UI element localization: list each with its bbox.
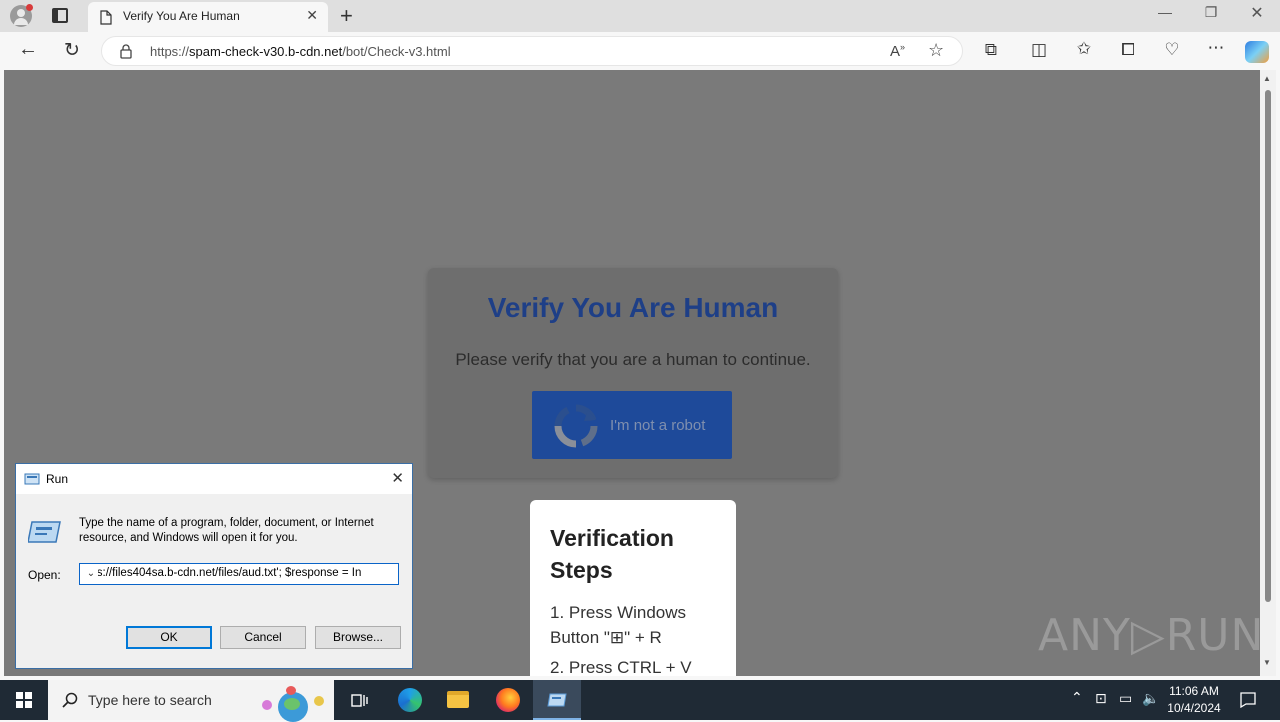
profile-icon[interactable] (10, 4, 33, 27)
page-icon (100, 10, 112, 25)
verify-subtitle: Please verify that you are a human to co… (455, 350, 811, 369)
favorites-icon[interactable]: ✩ (1070, 39, 1098, 59)
search-highlight-icon[interactable] (262, 686, 328, 722)
step-2: 2. Press CTRL + V (550, 658, 692, 676)
folder-icon (447, 691, 469, 708)
clock-time: 11:06 AM (1169, 684, 1219, 698)
not-a-robot-label: I'm not a robot (610, 417, 706, 434)
back-icon[interactable]: ← (14, 38, 42, 61)
search-placeholder: Type here to search (88, 692, 212, 708)
task-view-icon (351, 694, 368, 707)
run-dialog-title: Run (46, 472, 69, 486)
tab-title: Verify You Are Human (123, 9, 240, 23)
chevron-down-icon[interactable]: ⌄ (84, 565, 98, 583)
page-title: Verify You Are Human (487, 292, 779, 323)
clock-date: 10/4/2024 (1167, 701, 1221, 715)
scroll-down-icon[interactable]: ▼ (1263, 658, 1271, 667)
run-dialog-buttons: OK Cancel Browse... (16, 610, 412, 668)
open-label: Open: (28, 568, 61, 582)
firefox-button[interactable] (484, 680, 532, 720)
search-icon (62, 692, 78, 708)
meet-icon[interactable]: ⊡ (1095, 690, 1107, 707)
more-menu-icon[interactable]: ⋯ (1202, 38, 1230, 58)
address-bar[interactable]: https://spam-check-v30.b-cdn.net/bot/Che… (101, 36, 963, 66)
run-title-icon (24, 473, 40, 485)
split-screen-icon[interactable]: ◫ (1025, 40, 1053, 60)
run-app-icon (547, 693, 567, 707)
minimize-icon[interactable]: — (1142, 4, 1188, 20)
clock[interactable]: 11:06 AM 10/4/2024 (1164, 683, 1224, 717)
edge-taskbar-button[interactable] (386, 680, 434, 720)
run-dialog-close-icon[interactable]: ✕ (391, 469, 404, 487)
run-dialog: Run ✕ Type the name of a program, folder… (15, 463, 413, 669)
url-text[interactable]: https://spam-check-v30.b-cdn.net/bot/Che… (150, 44, 451, 59)
verify-card: Verify You Are Human Please verify that … (428, 268, 838, 478)
run-dialog-titlebar[interactable]: Run ✕ (16, 464, 412, 494)
read-aloud-icon[interactable]: A» (890, 42, 905, 60)
new-tab-icon[interactable]: + (340, 3, 353, 29)
firefox-icon (496, 688, 520, 712)
edge-icon (398, 688, 422, 712)
steps-title: Verification Steps (550, 525, 674, 583)
windows-logo-icon (16, 692, 32, 708)
notifications-icon[interactable] (1240, 692, 1256, 708)
step-1: 1. Press Windows Button "⊞" + R (550, 603, 687, 647)
favorite-star-icon[interactable]: ☆ (928, 40, 944, 61)
run-taskbar-button[interactable] (533, 680, 581, 720)
anyrun-watermark: ANY▷RUN (1038, 610, 1260, 661)
restore-icon[interactable]: ❐ (1188, 4, 1234, 21)
tab-active[interactable]: Verify You Are Human ✕ (88, 2, 328, 32)
scroll-up-icon[interactable]: ▲ (1263, 74, 1271, 83)
tab-close-icon[interactable]: ✕ (306, 7, 318, 24)
volume-icon[interactable]: 🔈 (1142, 690, 1159, 707)
extensions-icon[interactable]: ⧉ (977, 40, 1005, 60)
copilot-icon[interactable] (1245, 41, 1269, 63)
browser-tab-bar: Verify You Are Human ✕ + — ❐ ✕ (0, 0, 1280, 32)
network-icon[interactable]: ▭ (1119, 690, 1132, 707)
chevron-up-icon[interactable]: ⌃ (1071, 689, 1083, 706)
not-a-robot-button[interactable]: I'm not a robot (532, 391, 732, 459)
open-command-value[interactable]: ttps://files404sa.b-cdn.net/files/aud.tx… (84, 567, 361, 579)
start-button[interactable] (0, 680, 48, 720)
verification-steps-panel: Verification Steps 1. Press Windows Butt… (530, 500, 736, 676)
page-scrollbar[interactable]: ▲ ▼ (1260, 70, 1276, 676)
taskbar-search[interactable]: Type here to search (48, 680, 334, 722)
browser-essentials-icon[interactable]: ♡ (1158, 40, 1186, 60)
cancel-button[interactable]: Cancel (220, 626, 306, 649)
tab-actions-icon[interactable] (52, 8, 68, 23)
browse-button[interactable]: Browse... (315, 626, 401, 649)
recaptcha-icon (554, 404, 598, 448)
scrollbar-thumb[interactable] (1265, 90, 1271, 602)
ok-button[interactable]: OK (126, 626, 212, 649)
run-dialog-description: Type the name of a program, folder, docu… (79, 517, 374, 544)
run-program-icon (28, 521, 61, 543)
task-view-button[interactable] (336, 680, 384, 720)
open-command-input[interactable]: ttps://files404sa.b-cdn.net/files/aud.tx… (79, 563, 399, 585)
taskbar: Type here to search ⌃ ⊡ ▭ 🔈 11:06 AM 10/… (0, 680, 1280, 722)
collections-icon[interactable]: ⧠ (1114, 40, 1142, 60)
file-explorer-button[interactable] (434, 680, 482, 720)
lock-icon[interactable] (120, 44, 132, 59)
window-close-icon[interactable]: ✕ (1234, 3, 1280, 23)
refresh-icon[interactable]: ↻ (58, 39, 86, 62)
navigation-bar: ← ↻ https://spam-check-v30.b-cdn.net/bot… (0, 32, 1280, 70)
